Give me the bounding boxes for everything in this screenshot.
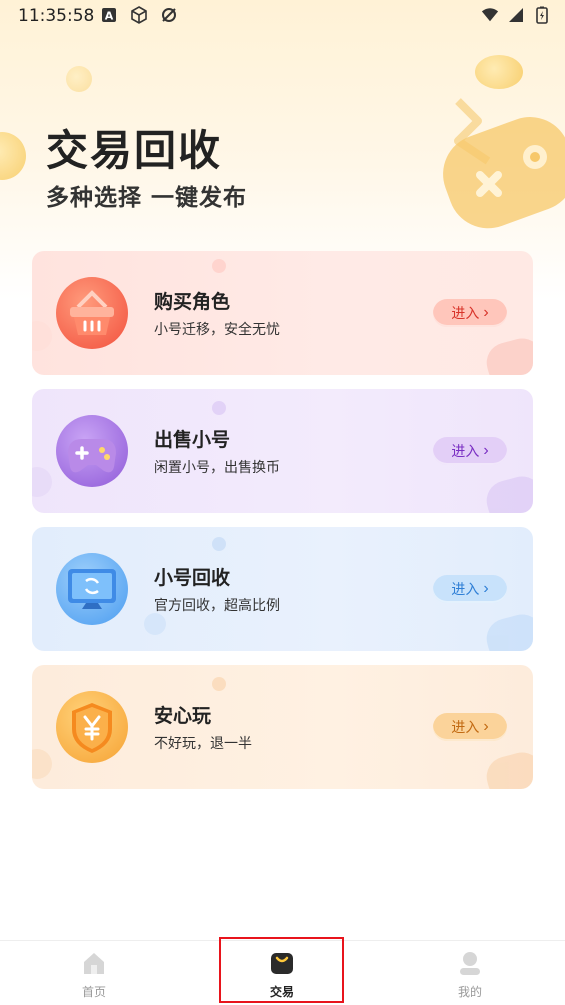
bubble-decoration — [212, 401, 226, 415]
card-description: 不好玩，退一半 — [154, 736, 252, 752]
bubble-decoration — [212, 537, 226, 551]
font-a-icon: A — [102, 8, 116, 23]
battery-icon — [536, 6, 548, 24]
card-title: 小号回收 — [154, 567, 231, 589]
tab-home[interactable]: 首页 — [34, 941, 154, 1005]
bubble-decoration — [32, 321, 52, 351]
page-subtitle: 多种选择 一键发布 — [46, 185, 248, 211]
card-account-recycle[interactable]: 小号回收 官方回收，超高比例 进入 › — [32, 527, 533, 651]
gamepad-corner-icon — [486, 614, 533, 651]
gamepad-corner-icon — [486, 752, 533, 789]
enter-button[interactable]: 进入 › — [433, 299, 507, 327]
card-title: 购买角色 — [154, 291, 231, 313]
selection-highlight — [219, 937, 344, 1003]
chevron-right-icon: › — [483, 304, 489, 321]
tab-label: 首页 — [81, 985, 106, 999]
enter-button-label: 进入 — [451, 443, 480, 459]
home-icon — [84, 953, 104, 974]
tab-me[interactable]: 我的 — [410, 941, 530, 1005]
status-bar: 11:35:58 A — [0, 0, 565, 32]
coin-decoration — [66, 66, 92, 92]
monitor-recycle-icon — [56, 553, 128, 625]
status-time: 11:35:58 — [18, 6, 95, 26]
bubble-decoration — [144, 613, 166, 635]
gamepad-icon — [56, 415, 128, 487]
enter-button-label: 进入 — [451, 581, 480, 597]
enter-button[interactable]: 进入 › — [433, 437, 507, 465]
enter-button-label: 进入 — [451, 305, 480, 321]
card-sell-account[interactable]: 出售小号 闲置小号，出售换币 进入 › — [32, 389, 533, 513]
sync-off-icon — [162, 8, 176, 22]
basket-icon — [56, 277, 128, 349]
shield-yen-icon — [56, 691, 128, 763]
chevron-right-icon: › — [483, 580, 489, 597]
bubble-decoration — [212, 259, 226, 273]
gamepad-corner-icon — [486, 476, 533, 513]
card-buy-role[interactable]: 购买角色 小号迁移，安全无忧 进入 › — [32, 251, 533, 375]
coin-decoration — [475, 55, 523, 89]
card-description: 小号迁移，安全无忧 — [154, 322, 280, 338]
card-description: 闲置小号，出售换币 — [154, 460, 280, 476]
cube-icon — [131, 6, 147, 24]
enter-button-label: 进入 — [451, 719, 480, 735]
chevron-right-icon: › — [483, 718, 489, 735]
card-worry-free-play[interactable]: 安心玩 不好玩，退一半 进入 › — [32, 665, 533, 789]
profile-icon — [460, 952, 480, 975]
bubble-decoration — [32, 749, 52, 779]
card-description: 官方回收，超高比例 — [154, 598, 280, 614]
signal-icon — [509, 8, 523, 22]
svg-text:A: A — [105, 10, 114, 23]
enter-button[interactable]: 进入 › — [433, 575, 507, 603]
enter-button[interactable]: 进入 › — [433, 713, 507, 741]
chevron-right-icon: › — [483, 442, 489, 459]
page-title: 交易回收 — [46, 126, 223, 175]
card-title: 出售小号 — [154, 429, 231, 451]
card-title: 安心玩 — [154, 705, 212, 727]
wifi-icon — [481, 8, 499, 22]
status-system-icons — [481, 6, 551, 24]
gamepad-corner-icon — [486, 338, 533, 375]
bubble-decoration — [32, 467, 52, 497]
tab-label: 我的 — [457, 985, 482, 999]
bubble-decoration — [212, 677, 226, 691]
gamepad-decoration-icon — [443, 98, 565, 229]
status-notification-icons: A — [100, 6, 178, 24]
